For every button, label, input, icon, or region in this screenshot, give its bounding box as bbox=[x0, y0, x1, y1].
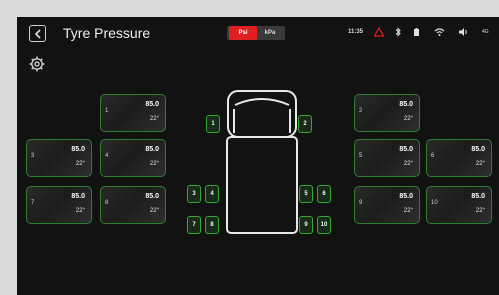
tyre-badge-3[interactable]: 3 bbox=[187, 185, 201, 203]
display-frame: Tyre Pressure Psi kPa 11:35 4G 1 85.0 22… bbox=[0, 0, 499, 295]
tyre-badge-5[interactable]: 5 bbox=[299, 185, 313, 203]
vehicle-diagram bbox=[226, 90, 298, 234]
tyre-temperature: 22° bbox=[475, 208, 485, 214]
tyre-card-9[interactable]: 9 85.0 22° bbox=[354, 186, 420, 224]
tyre-card-2[interactable]: 2 85.0 22° bbox=[354, 94, 420, 132]
tyre-card-10[interactable]: 10 85.0 22° bbox=[426, 186, 492, 224]
tyre-number: 9 bbox=[359, 200, 363, 206]
tyre-number: 4 bbox=[105, 153, 109, 159]
warning-icon bbox=[373, 26, 385, 38]
network-indicator: 4G bbox=[482, 29, 489, 35]
tyre-number: 8 bbox=[105, 200, 109, 206]
settings-button[interactable] bbox=[28, 55, 46, 73]
tyre-card-4[interactable]: 4 85.0 22° bbox=[100, 139, 166, 177]
gear-icon bbox=[29, 56, 45, 72]
back-button[interactable] bbox=[29, 25, 46, 42]
tyre-temperature: 22° bbox=[75, 208, 85, 214]
tyre-temperature: 22° bbox=[403, 161, 413, 167]
tyre-pressure: 85.0 bbox=[145, 101, 159, 108]
tyre-badge-9[interactable]: 9 bbox=[299, 216, 313, 234]
unit-toggle[interactable]: Psi kPa bbox=[227, 26, 285, 40]
tyre-card-7[interactable]: 7 85.0 22° bbox=[26, 186, 92, 224]
tyre-pressure: 85.0 bbox=[399, 101, 413, 108]
tyre-temperature: 22° bbox=[403, 208, 413, 214]
unit-option-psi[interactable]: Psi bbox=[229, 26, 257, 40]
tyre-badge-7[interactable]: 7 bbox=[187, 216, 201, 234]
tyre-pressure-screen: Tyre Pressure Psi kPa 11:35 4G 1 85.0 22… bbox=[17, 17, 499, 295]
tyre-temperature: 22° bbox=[149, 208, 159, 214]
tyre-temperature: 22° bbox=[475, 161, 485, 167]
tyre-temperature: 22° bbox=[149, 116, 159, 122]
tyre-temperature: 22° bbox=[403, 116, 413, 122]
tyre-card-3[interactable]: 3 85.0 22° bbox=[26, 139, 92, 177]
tyre-temperature: 22° bbox=[75, 161, 85, 167]
tyre-pressure: 85.0 bbox=[71, 193, 85, 200]
tyre-badge-8[interactable]: 8 bbox=[205, 216, 219, 234]
tyre-badge-4[interactable]: 4 bbox=[205, 185, 219, 203]
tyre-number: 3 bbox=[31, 153, 35, 159]
tyre-number: 7 bbox=[31, 200, 35, 206]
tyre-pressure: 85.0 bbox=[399, 146, 413, 153]
tyre-pressure: 85.0 bbox=[471, 193, 485, 200]
battery-icon bbox=[410, 26, 422, 38]
tyre-number: 1 bbox=[105, 108, 109, 114]
tyre-number: 2 bbox=[359, 108, 363, 114]
tyre-card-5[interactable]: 5 85.0 22° bbox=[354, 139, 420, 177]
tyre-temperature: 22° bbox=[149, 161, 159, 167]
tyre-number: 10 bbox=[431, 200, 438, 206]
tyre-badge-1[interactable]: 1 bbox=[206, 115, 220, 133]
tyre-pressure: 85.0 bbox=[145, 146, 159, 153]
tyre-card-6[interactable]: 6 85.0 22° bbox=[426, 139, 492, 177]
tyre-card-1[interactable]: 1 85.0 22° bbox=[100, 94, 166, 132]
tyre-pressure: 85.0 bbox=[145, 193, 159, 200]
tyre-pressure: 85.0 bbox=[71, 146, 85, 153]
tyre-pressure: 85.0 bbox=[471, 146, 485, 153]
volume-icon bbox=[457, 26, 469, 38]
tyre-number: 6 bbox=[431, 153, 435, 159]
bluetooth-icon bbox=[392, 26, 404, 38]
tyre-number: 5 bbox=[359, 153, 363, 159]
chevron-left-icon bbox=[34, 28, 41, 39]
unit-option-kpa[interactable]: kPa bbox=[257, 26, 283, 40]
wifi-icon bbox=[433, 26, 445, 38]
tyre-badge-10[interactable]: 10 bbox=[317, 216, 331, 234]
tyre-pressure: 85.0 bbox=[399, 193, 413, 200]
page-title: Tyre Pressure bbox=[63, 25, 151, 41]
tyre-badge-2[interactable]: 2 bbox=[298, 115, 312, 133]
status-time: 11:35 bbox=[348, 29, 364, 35]
tyre-badge-6[interactable]: 6 bbox=[317, 185, 331, 203]
tyre-card-8[interactable]: 8 85.0 22° bbox=[100, 186, 166, 224]
